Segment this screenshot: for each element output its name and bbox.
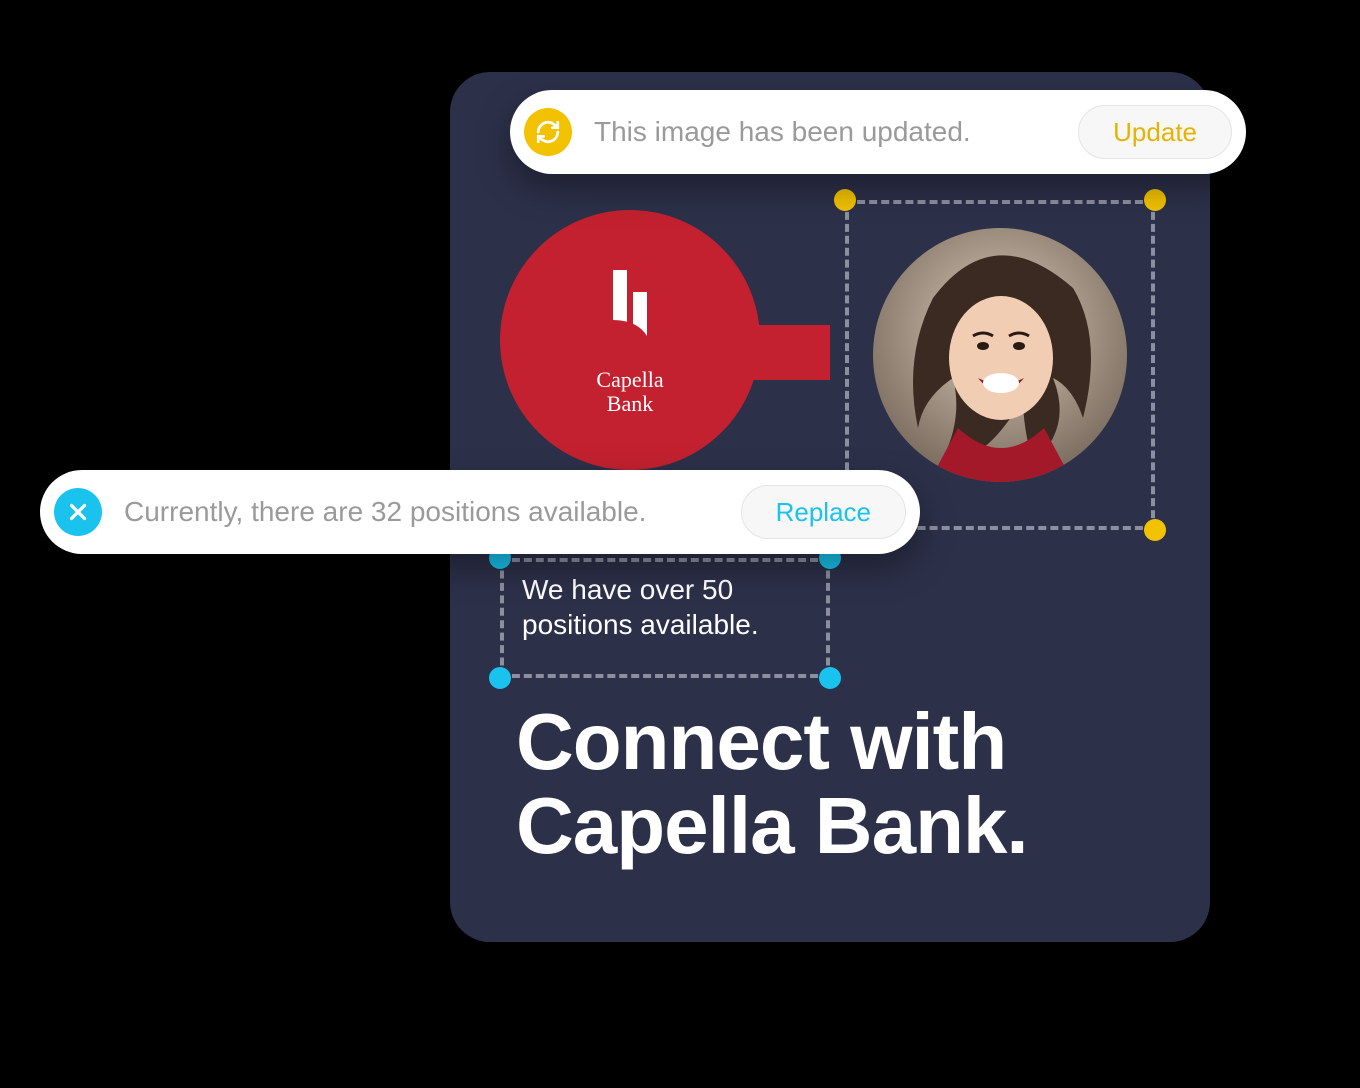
canvas-headline: Connect with Capella Bank.: [516, 700, 1186, 868]
update-notification-pill: This image has been updated. Update: [510, 90, 1246, 174]
text-selection-frame[interactable]: We have over 50 positions available.: [500, 558, 830, 678]
replace-button[interactable]: Replace: [741, 485, 906, 539]
resize-handle-bottom-right[interactable]: [1144, 519, 1166, 541]
avatar-photo[interactable]: [873, 228, 1127, 482]
resize-handle-bottom-right[interactable]: [819, 667, 841, 689]
capella-logo-mark: [595, 270, 665, 360]
resize-handle-top-left[interactable]: [834, 189, 856, 211]
logo-stem: [740, 325, 830, 380]
logo-name-line1: Capella: [596, 367, 663, 392]
update-button[interactable]: Update: [1078, 105, 1232, 159]
replace-notification-pill: Currently, there are 32 positions availa…: [40, 470, 920, 554]
close-icon: [54, 488, 102, 536]
resize-handle-bottom-left[interactable]: [489, 667, 511, 689]
replace-message: Currently, there are 32 positions availa…: [124, 496, 719, 528]
logo-text: Capella Bank: [570, 368, 690, 416]
update-message: This image has been updated.: [594, 116, 1056, 148]
resize-handle-top-right[interactable]: [1144, 189, 1166, 211]
refresh-icon: [524, 108, 572, 156]
logo-name-line2: Bank: [607, 391, 653, 416]
canvas-subtext[interactable]: We have over 50 positions available.: [522, 572, 812, 642]
